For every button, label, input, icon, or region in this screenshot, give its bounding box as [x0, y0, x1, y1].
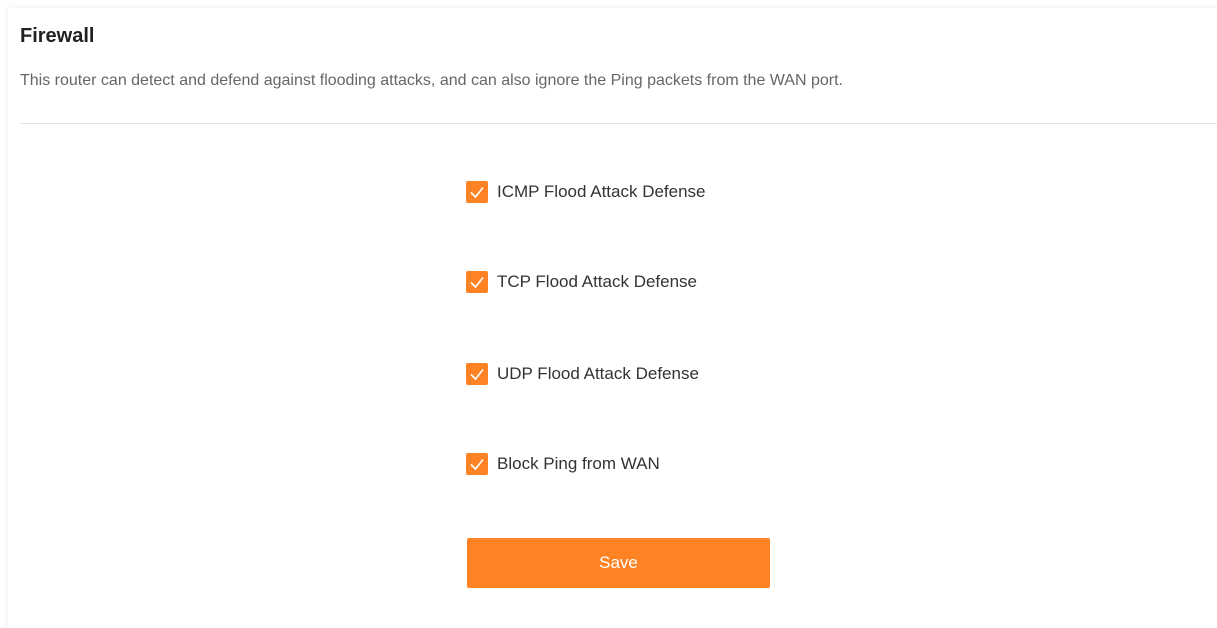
firewall-panel — [8, 8, 1217, 628]
option-tcp-flood-defense[interactable]: TCP Flood Attack Defense — [466, 270, 697, 294]
check-icon — [470, 277, 484, 289]
checkbox-block-ping-wan[interactable] — [466, 453, 488, 475]
option-icmp-flood-defense[interactable]: ICMP Flood Attack Defense — [466, 180, 706, 204]
page-description: This router can detect and defend agains… — [20, 72, 843, 89]
option-label: ICMP Flood Attack Defense — [497, 182, 706, 201]
checkbox-tcp-flood-defense[interactable] — [466, 271, 488, 293]
option-label: TCP Flood Attack Defense — [497, 272, 698, 291]
save-button[interactable]: Save — [467, 538, 770, 588]
page-title: Firewall — [20, 25, 95, 47]
checkbox-udp-flood-defense[interactable] — [466, 363, 488, 385]
check-icon — [470, 369, 484, 381]
divider — [20, 123, 1217, 124]
option-label: UDP Flood Attack Defense — [497, 364, 699, 383]
option-block-ping-wan[interactable]: Block Ping from WAN — [466, 452, 660, 476]
checkbox-icmp-flood-defense[interactable] — [466, 181, 488, 203]
option-udp-flood-defense[interactable]: UDP Flood Attack Defense — [466, 362, 699, 386]
check-icon — [470, 459, 484, 471]
check-icon — [470, 187, 484, 199]
option-label: Block Ping from WAN — [497, 454, 660, 473]
